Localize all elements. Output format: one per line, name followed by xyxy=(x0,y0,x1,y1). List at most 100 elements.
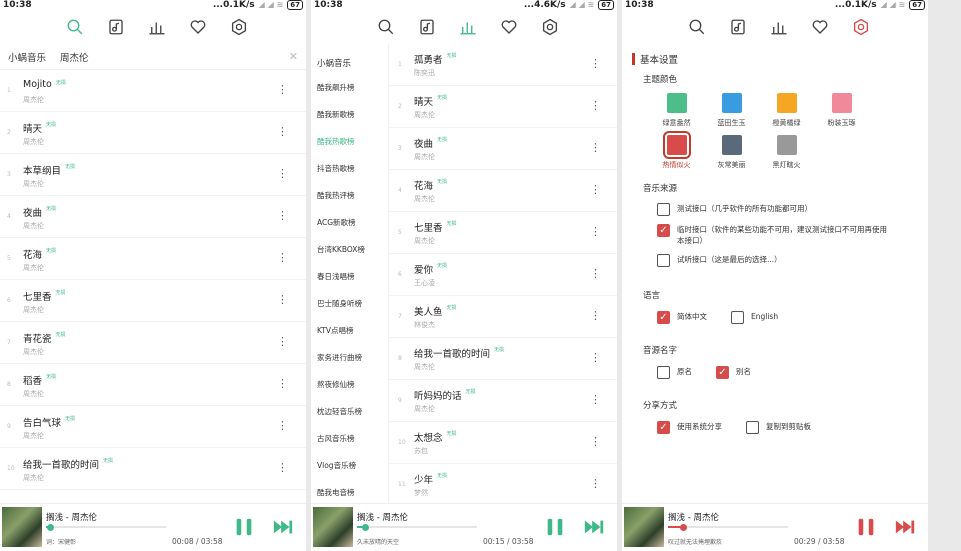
list-item[interactable]: 8 给我一首歌的时间 无损 周杰伦 ⋮ xyxy=(389,338,617,380)
music-list-icon[interactable] xyxy=(729,18,747,36)
heart-icon[interactable] xyxy=(189,18,207,36)
leaderboard-item[interactable]: 古风音乐榜 xyxy=(311,425,388,452)
list-item[interactable]: 6 七里香 无损 周杰伦 ⋮ xyxy=(0,280,306,322)
theme-swatch[interactable] xyxy=(776,93,797,113)
heart-icon[interactable] xyxy=(500,18,518,36)
leaderboard-item[interactable]: Vlog音乐榜 xyxy=(311,452,388,479)
search-source[interactable]: 小蜗音乐 xyxy=(8,50,46,64)
list-item[interactable]: 10 给我一首歌的时间 无损 周杰伦 ⋮ xyxy=(0,448,306,490)
search-icon[interactable] xyxy=(688,18,706,36)
next-button[interactable] xyxy=(272,516,294,538)
theme-swatch[interactable] xyxy=(776,135,797,155)
more-icon[interactable]: ⋮ xyxy=(590,58,601,69)
more-icon[interactable]: ⋮ xyxy=(277,126,288,137)
progress-bar[interactable] xyxy=(357,523,477,531)
leaderboard-item[interactable]: 酷我飙升榜 xyxy=(311,74,388,101)
more-icon[interactable]: ⋮ xyxy=(590,100,601,111)
checkbox[interactable]: ✓ xyxy=(657,311,670,324)
leaderboard-item[interactable]: 酷我电音榜 xyxy=(311,479,388,506)
leaderboard-item[interactable]: 熬夜修仙榜 xyxy=(311,371,388,398)
leaderboard-item[interactable]: 台湾KKBOX榜 xyxy=(311,236,388,263)
album-cover[interactable] xyxy=(313,507,353,547)
leaderboard-item[interactable]: 酷我热评榜 xyxy=(311,182,388,209)
pause-button[interactable] xyxy=(233,516,255,538)
more-icon[interactable]: ⋮ xyxy=(277,252,288,263)
music-list-icon[interactable] xyxy=(418,18,436,36)
list-item[interactable]: 7 美人鱼 无损 林俊杰 ⋮ xyxy=(389,296,617,338)
more-icon[interactable]: ⋮ xyxy=(590,268,601,279)
theme-option[interactable]: 蓝田生玉 xyxy=(704,93,759,128)
checkbox[interactable]: ✓ xyxy=(657,224,670,237)
theme-option[interactable]: 橙黄橘绿 xyxy=(759,93,814,128)
theme-swatch[interactable] xyxy=(831,93,852,113)
theme-option[interactable]: 灰常美丽 xyxy=(704,135,759,170)
checkbox-option[interactable]: ✓ 别名 xyxy=(716,366,751,379)
leaderboard-item[interactable]: ACG新歌榜 xyxy=(311,209,388,236)
list-item[interactable]: 7 青花瓷 无损 周杰伦 ⋮ xyxy=(0,322,306,364)
progress-bar[interactable] xyxy=(668,523,788,531)
list-item[interactable]: 6 爱你 无损 王心凌 ⋮ xyxy=(389,254,617,296)
checkbox[interactable]: ✓ xyxy=(657,421,670,434)
checkbox-option[interactable]: 试听接口（这是最后的选择...） xyxy=(657,254,892,267)
leaderboard-item[interactable]: 枕边轻音乐榜 xyxy=(311,398,388,425)
theme-swatch[interactable] xyxy=(666,93,687,113)
search-bar[interactable]: 小蜗音乐 周杰伦 ✕ xyxy=(0,44,306,70)
list-item[interactable]: 5 花海 无损 周杰伦 ⋮ xyxy=(0,238,306,280)
progress-knob[interactable] xyxy=(361,523,369,531)
more-icon[interactable]: ⋮ xyxy=(590,478,601,489)
search-input[interactable]: 周杰伦 xyxy=(60,50,289,64)
list-item[interactable]: 5 七里香 无损 周杰伦 ⋮ xyxy=(389,212,617,254)
list-item[interactable]: 1 Mojito 无损 周杰伦 ⋮ xyxy=(0,70,306,112)
more-icon[interactable]: ⋮ xyxy=(277,336,288,347)
player-bar[interactable]: 搁浅 - 周杰伦 久未放晴的天空 00:15 / 03:58 xyxy=(311,503,617,551)
list-item[interactable]: 2 晴天 无损 周杰伦 ⋮ xyxy=(389,86,617,128)
checkbox[interactable]: ✓ xyxy=(716,366,729,379)
leaderboard-item[interactable]: 抖音热歌榜 xyxy=(311,155,388,182)
more-icon[interactable]: ⋮ xyxy=(590,436,601,447)
progress-knob[interactable] xyxy=(679,523,687,531)
chart-icon[interactable] xyxy=(770,18,788,36)
checkbox-option[interactable]: ✓ 简体中文 xyxy=(657,311,707,324)
more-icon[interactable]: ⋮ xyxy=(590,394,601,405)
more-icon[interactable]: ⋮ xyxy=(277,168,288,179)
checkbox[interactable] xyxy=(746,421,759,434)
leaderboard-item[interactable]: 酷我新歌榜 xyxy=(311,101,388,128)
checkbox-option[interactable]: 复制到剪贴板 xyxy=(746,421,811,434)
theme-swatch[interactable] xyxy=(721,93,742,113)
progress-bar[interactable] xyxy=(46,523,166,531)
checkbox-option[interactable]: 原名 xyxy=(657,366,692,379)
chart-icon[interactable] xyxy=(148,18,166,36)
list-item[interactable]: 4 夜曲 无损 周杰伦 ⋮ xyxy=(0,196,306,238)
list-item[interactable]: 10 太想念 无损 苏包 ⋮ xyxy=(389,422,617,464)
list-item[interactable]: 2 晴天 无损 周杰伦 ⋮ xyxy=(0,112,306,154)
next-button[interactable] xyxy=(583,516,605,538)
leaderboard-item[interactable]: 巴士随身听榜 xyxy=(311,290,388,317)
more-icon[interactable]: ⋮ xyxy=(590,226,601,237)
theme-swatch[interactable] xyxy=(721,135,742,155)
list-item[interactable]: 9 告白气球 无损 周杰伦 ⋮ xyxy=(0,406,306,448)
leaderboard-item[interactable]: 春日浅唱榜 xyxy=(311,263,388,290)
settings-icon[interactable] xyxy=(852,18,870,36)
checkbox[interactable] xyxy=(731,311,744,324)
more-icon[interactable]: ⋮ xyxy=(277,84,288,95)
list-item[interactable]: 9 听妈妈的话 无损 周杰伦 ⋮ xyxy=(389,380,617,422)
more-icon[interactable]: ⋮ xyxy=(590,352,601,363)
pause-button[interactable] xyxy=(544,516,566,538)
close-icon[interactable]: ✕ xyxy=(289,50,298,63)
source-selector[interactable]: 小蜗音乐 xyxy=(311,44,388,74)
album-cover[interactable] xyxy=(624,507,664,547)
more-icon[interactable]: ⋮ xyxy=(590,142,601,153)
theme-swatch[interactable] xyxy=(662,131,691,159)
music-list-icon[interactable] xyxy=(107,18,125,36)
heart-icon[interactable] xyxy=(811,18,829,36)
checkbox[interactable] xyxy=(657,203,670,216)
chart-icon[interactable] xyxy=(459,18,477,36)
list-item[interactable]: 3 夜曲 无损 周杰伦 ⋮ xyxy=(389,128,617,170)
checkbox-option[interactable]: 测试接口（几乎软件的所有功能都可用） xyxy=(657,203,892,216)
next-button[interactable] xyxy=(894,516,916,538)
list-item[interactable]: 4 花海 无损 周杰伦 ⋮ xyxy=(389,170,617,212)
checkbox[interactable] xyxy=(657,254,670,267)
more-icon[interactable]: ⋮ xyxy=(590,310,601,321)
theme-option[interactable]: 绿意盎然 xyxy=(649,93,704,128)
more-icon[interactable]: ⋮ xyxy=(277,462,288,473)
